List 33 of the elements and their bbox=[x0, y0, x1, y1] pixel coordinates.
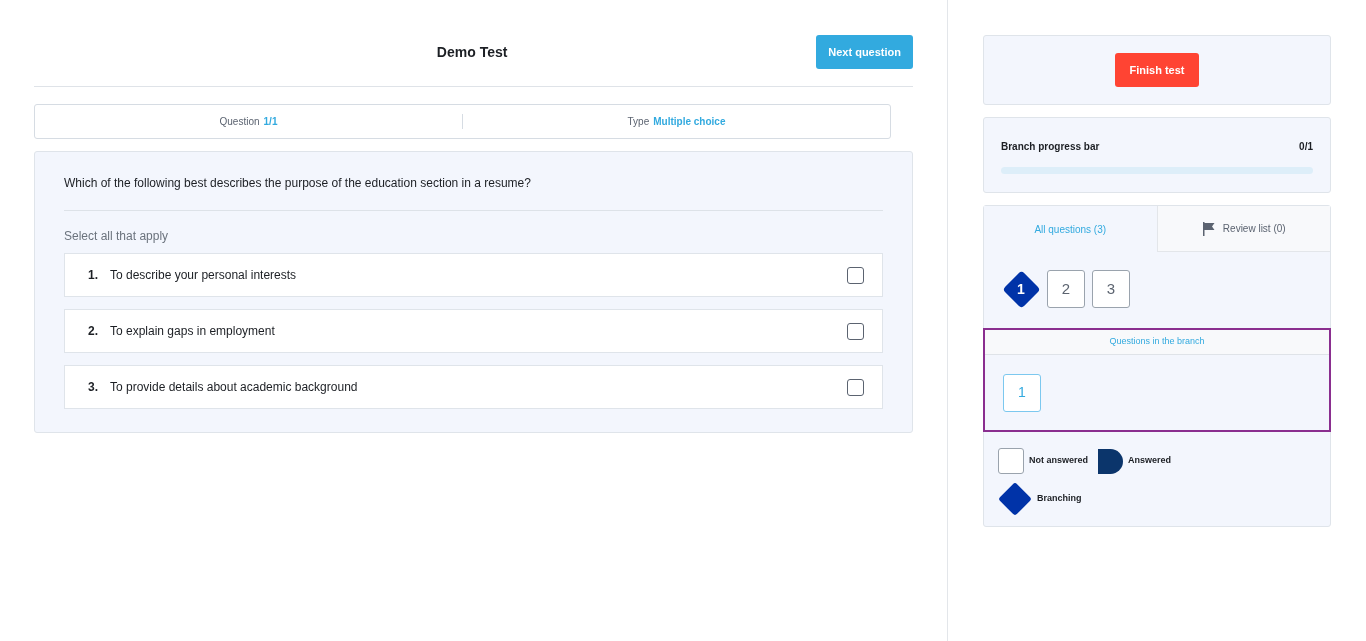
option-number: 3. bbox=[88, 379, 99, 396]
answer-option[interactable]: 3. To provide details about academic background bbox=[64, 365, 883, 409]
info-label: Question bbox=[219, 115, 260, 129]
answer-option[interactable]: 1. To describe your personal interests bbox=[64, 253, 883, 297]
question-text: Which of the following best describes the purpose of the education section in a resume? bbox=[64, 174, 883, 211]
answered-swatch-icon bbox=[1098, 448, 1123, 474]
option-checkbox[interactable] bbox=[847, 266, 864, 284]
option-number: 2. bbox=[88, 323, 99, 340]
option-text: To explain gaps in employment bbox=[110, 323, 276, 340]
question-number-button[interactable]: 2 bbox=[1047, 270, 1085, 308]
option-text: To provide details about academic background bbox=[110, 379, 359, 396]
option-text: To describe your personal interests bbox=[110, 267, 298, 284]
not-answered-swatch-icon bbox=[998, 448, 1024, 474]
panel-tab[interactable]: Review list (0) bbox=[1156, 206, 1330, 252]
info-value: 1/1 bbox=[263, 115, 278, 129]
info-value: Multiple choice bbox=[653, 115, 726, 129]
info-label: Type bbox=[627, 115, 650, 129]
hint-text: Select all that apply bbox=[64, 228, 170, 245]
progress-label: Branch progress bar bbox=[1001, 140, 1100, 154]
legend-label: Answered bbox=[1128, 454, 1172, 468]
option-number: 1. bbox=[88, 267, 99, 284]
branching-question-button[interactable]: 1 bbox=[1002, 270, 1040, 308]
legend-label: Branching bbox=[1037, 492, 1082, 506]
progress-count: 0/1 bbox=[1299, 140, 1313, 154]
answer-option[interactable]: 2. To explain gaps in employment bbox=[64, 309, 883, 353]
test-title: Demo Test bbox=[436, 42, 508, 62]
option-checkbox[interactable] bbox=[847, 378, 864, 396]
option-checkbox[interactable] bbox=[847, 322, 864, 340]
finish-test-button[interactable]: Finish test bbox=[1115, 53, 1199, 87]
branch-title: Questions in the branch bbox=[985, 330, 1329, 355]
legend-label: Not answered bbox=[1029, 454, 1088, 468]
question-number-button[interactable]: 3 bbox=[1092, 270, 1130, 308]
flag-icon bbox=[1201, 221, 1215, 236]
